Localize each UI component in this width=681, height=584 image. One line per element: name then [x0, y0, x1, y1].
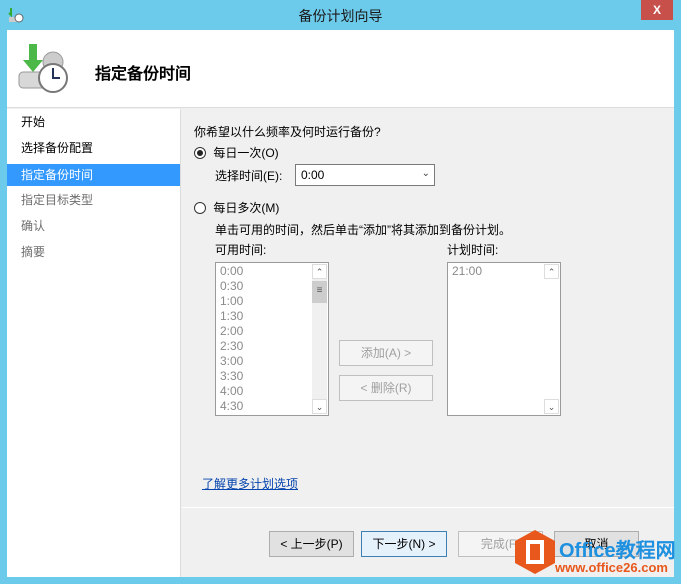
step-confirm: 确认 [21, 219, 46, 233]
scroll-up-icon[interactable]: ⌃ [312, 264, 327, 279]
time-select-value: 0:00 [301, 168, 325, 182]
backup-clock-icon [18, 44, 68, 93]
window-title: 备份计划向导 [298, 8, 383, 24]
wizard-steps: 开始 选择备份配置 指定备份时间 指定目标类型 确认 摘要 [7, 109, 181, 577]
once-daily-radio[interactable]: 每日一次(O) [194, 144, 279, 161]
watermark-url: www.office26.com [555, 560, 668, 575]
wizard-header: 指定备份时间 [7, 30, 674, 108]
remove-button[interactable]: < 删除(R) [339, 375, 433, 401]
step-backup-time: 指定备份时间 [7, 164, 180, 186]
add-button[interactable]: 添加(A) > [339, 340, 433, 366]
select-time-label: 选择时间(E): [215, 169, 283, 183]
chevron-down-icon: ⌄ [421, 168, 430, 179]
next-button[interactable]: 下一步(N) > [361, 531, 447, 557]
learn-more-link[interactable]: 了解更多计划选项 [202, 475, 298, 492]
multi-daily-label: 每日多次(M) [213, 201, 280, 215]
title-bar: 备份计划向导 X [0, 0, 681, 30]
available-times-list[interactable]: 0:00 0:30 1:00 1:30 2:00 2:30 3:00 3:30 … [215, 262, 329, 416]
available-times-label: 可用时间: [215, 243, 267, 257]
page-title: 指定备份时间 [95, 66, 192, 83]
step-start: 开始 [21, 115, 46, 129]
multi-daily-radio[interactable]: 每日多次(M) [194, 199, 279, 216]
frequency-question: 你希望以什么频率及何时运行备份? [194, 125, 381, 139]
scroll-up-icon[interactable]: ⌃ [544, 264, 559, 279]
wizard-client: 指定备份时间 开始 选择备份配置 指定备份时间 指定目标类型 确认 摘要 你希望… [7, 30, 674, 577]
radio-unselected-icon [194, 202, 206, 214]
scheduled-times-label: 计划时间: [447, 243, 499, 257]
instruction-text: 单击可用的时间，然后单击“添加”将其添加到备份计划。 [215, 223, 511, 237]
radio-selected-icon [194, 147, 206, 159]
scroll-down-icon[interactable]: ⌄ [544, 399, 559, 414]
step-target-type: 指定目标类型 [21, 193, 94, 207]
scroll-down-icon[interactable]: ⌄ [312, 399, 327, 414]
close-button[interactable]: X [641, 0, 673, 20]
back-button[interactable]: < 上一步(P) [269, 531, 354, 557]
watermark-brand: Office教程网 [559, 540, 676, 562]
scrollbar[interactable]: ⌃ ≡ ⌄ [312, 264, 327, 414]
scheduled-times-list[interactable]: 21:00 ⌃ ⌄ [447, 262, 561, 416]
office-logo-icon [515, 530, 555, 574]
watermark-logo: Office教程网 www.office26.com [515, 530, 681, 584]
scrollbar[interactable]: ⌃ ⌄ [544, 264, 559, 414]
scroll-thumb[interactable]: ≡ [312, 281, 327, 303]
once-daily-label: 每日一次(O) [213, 146, 279, 160]
step-summary: 摘要 [21, 245, 46, 259]
step-backup-config: 选择备份配置 [21, 141, 94, 155]
main-panel: 你希望以什么频率及何时运行备份? 每日一次(O) 选择时间(E): 0:00 ⌄ … [182, 109, 674, 507]
time-select[interactable]: 0:00 ⌄ [295, 164, 435, 186]
